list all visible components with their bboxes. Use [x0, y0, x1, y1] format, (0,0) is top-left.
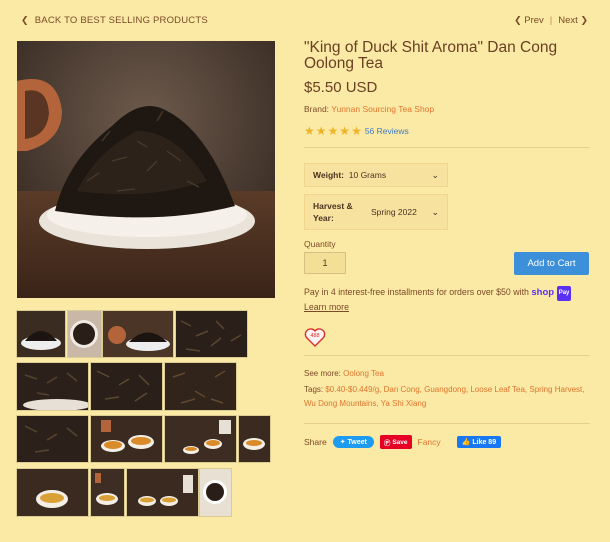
shop-pay-logo: shop Pay [531, 286, 572, 301]
divider [304, 147, 590, 148]
thumbnail[interactable] [16, 362, 89, 411]
chevron-left-icon: ❮ [514, 15, 522, 25]
chevron-down-icon: ⌄ [431, 169, 439, 180]
harvest-value: Spring 2022 [371, 207, 417, 217]
harvest-label: Harvest & Year: [313, 201, 353, 223]
product-title: "King of Duck Shit Aroma" Dan Cong Oolon… [304, 39, 558, 72]
thumbnail[interactable] [126, 468, 199, 517]
thumbnail[interactable] [199, 468, 232, 517]
thumbnail[interactable] [164, 415, 237, 463]
thumbnail[interactable] [90, 362, 163, 411]
installments-text: Pay in 4 interest-free installments for … [304, 287, 529, 297]
chevron-left-icon: ❮ [21, 15, 29, 25]
pay-badge: Pay [556, 286, 572, 301]
product-price: $5.50 USD [304, 79, 378, 96]
thumbnail[interactable] [164, 362, 237, 411]
thumbnail[interactable] [16, 310, 66, 358]
see-more-line: See more: Oolong Tea [304, 369, 384, 378]
pin-label: Save [392, 438, 408, 446]
back-link-label: BACK TO BEST SELLING PRODUCTS [34, 15, 208, 26]
tags-line: Tags: $0.40-$0.449/g, Dan Cong, Guangdon… [304, 383, 594, 411]
rating-stars[interactable]: ★ ★ ★ ★ ★ 56 Reviews [304, 125, 409, 137]
quantity-label: Quantity [304, 239, 336, 249]
thumbnail[interactable] [102, 310, 174, 358]
star-icon: ★ [339, 124, 351, 138]
star-icon: ★ [351, 124, 362, 138]
star-icon: ★ [327, 124, 339, 138]
thumbnail[interactable] [238, 415, 271, 463]
like-label: Like 89 [472, 439, 497, 446]
tweet-button[interactable]: ✦ Tweet [332, 436, 374, 448]
chevron-right-icon: ❯ [580, 15, 588, 25]
star-icon: ★ [304, 124, 315, 138]
weight-value: 10 Grams [348, 170, 387, 180]
star-icon: ★ [315, 124, 327, 138]
tags-links[interactable]: $0.40-$0.449/g, Dan Cong, Guangdong, Loo… [304, 385, 585, 408]
quantity-input[interactable]: 1 [304, 252, 346, 274]
facebook-like-button[interactable]: 👍 Like 89 [456, 436, 502, 448]
reviews-link[interactable]: 56 Reviews [365, 126, 409, 136]
wishlist-count: 488 [310, 333, 320, 339]
nav-separator: | [549, 15, 553, 26]
add-to-cart-button[interactable]: Add to Cart [514, 252, 589, 275]
thumbnail[interactable] [175, 310, 248, 358]
thumbnail[interactable] [90, 468, 125, 517]
next-label: Next [558, 15, 578, 26]
fancy-link[interactable]: Fancy [418, 437, 441, 447]
prev-link[interactable]: ❮ Prev [514, 15, 544, 26]
see-more-label: See more: [304, 369, 341, 378]
brand-link[interactable]: Yunnan Sourcing Tea Shop [331, 104, 434, 114]
learn-more-link[interactable]: Learn more [304, 302, 349, 312]
chevron-down-icon: ⌄ [431, 206, 439, 217]
harvest-year-select[interactable]: Harvest & Year: Spring 2022 ⌄ [304, 194, 448, 230]
divider [304, 423, 590, 424]
weight-select[interactable]: Weight: 10 Grams ⌄ [304, 163, 448, 187]
tweet-label: Tweet [347, 439, 367, 446]
pagination-nav: ❮ Prev | Next ❯ [514, 15, 588, 26]
installments-notice: Pay in 4 interest-free installments for … [304, 286, 594, 314]
thumbnail[interactable] [16, 468, 89, 517]
brand-line: Brand: Yunnan Sourcing Tea Shop [304, 104, 434, 114]
see-more-link[interactable]: Oolong Tea [343, 369, 384, 378]
tags-label: Tags: [304, 385, 324, 394]
divider [304, 355, 590, 356]
main-product-image[interactable] [17, 41, 275, 298]
share-row: Share ✦ Tweet Ⓟ Save Fancy 👍 Like 89 [304, 435, 502, 449]
thumbnail[interactable] [67, 310, 102, 358]
back-to-collection-link[interactable]: ❮ BACK TO BEST SELLING PRODUCTS [21, 15, 208, 26]
weight-label: Weight: [313, 170, 345, 180]
thumbnail[interactable] [16, 415, 89, 463]
pinterest-icon: Ⓟ [383, 440, 391, 447]
thumbnail[interactable] [90, 415, 163, 463]
share-label: Share [304, 437, 327, 447]
prev-label: Prev [524, 15, 544, 26]
next-link[interactable]: Next ❯ [558, 15, 588, 26]
wishlist-button[interactable]: 488 [304, 327, 326, 347]
brand-label: Brand: [304, 104, 330, 114]
pinterest-save-button[interactable]: Ⓟ Save [379, 435, 412, 449]
shop-label: shop [531, 287, 555, 298]
